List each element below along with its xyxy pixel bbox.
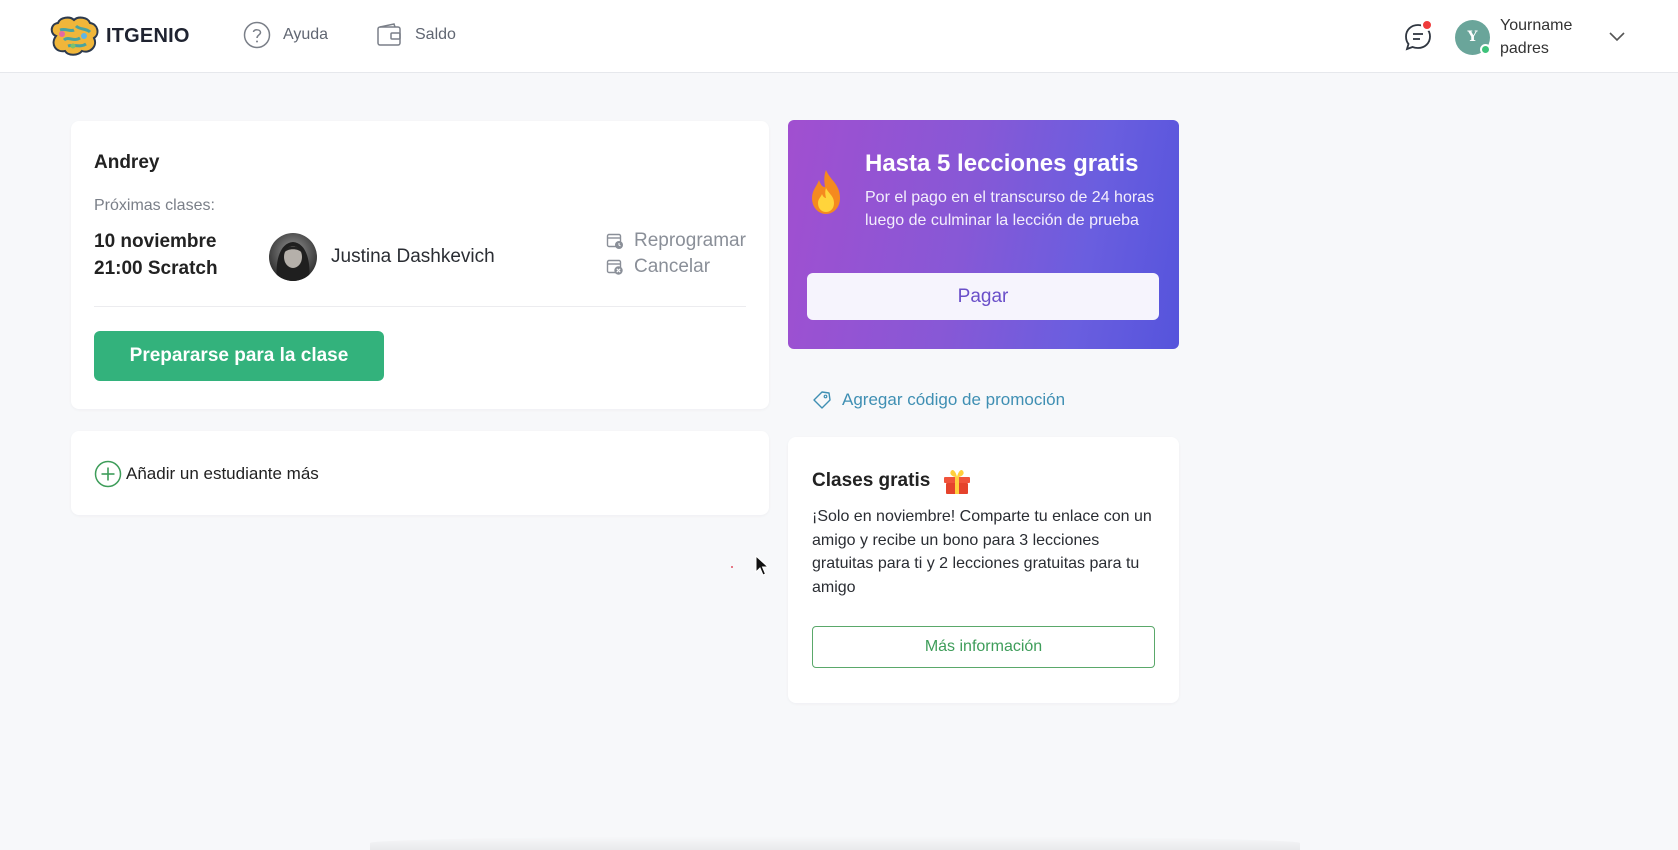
promo-description: Por el pago en el transcurso de 24 horas… <box>865 189 1155 229</box>
free-classes-title-text: Clases gratis <box>812 470 931 491</box>
add-student-button[interactable]: Añadir un estudiante más <box>94 460 319 488</box>
cancel-button[interactable]: Cancelar <box>606 256 710 278</box>
add-student-card: Añadir un estudiante más <box>71 431 769 515</box>
prepare-for-class-button[interactable]: Prepararse para la clase <box>94 331 384 381</box>
gift-icon <box>944 469 971 494</box>
teacher-photo <box>269 233 317 281</box>
user-info: Yourname padres <box>1500 14 1572 60</box>
lesson-datetime: 10 noviembre 21:00 Scratch <box>94 228 218 282</box>
brain-logo-icon <box>50 16 99 56</box>
reschedule-label: Reprogramar <box>634 230 746 251</box>
user-menu[interactable]: Y Yourname padres <box>1455 14 1572 60</box>
fire-icon <box>812 170 840 214</box>
cancel-label: Cancelar <box>634 256 711 277</box>
logo-text: ITGENIO <box>106 24 190 47</box>
calendar-cancel-icon <box>606 259 623 275</box>
nav-help-label: Ayuda <box>283 26 329 43</box>
avatar-initial: Y <box>1467 29 1478 45</box>
tag-icon <box>813 391 831 409</box>
user-name: Yourname <box>1500 17 1573 34</box>
chevron-down-icon[interactable] <box>1608 27 1626 45</box>
plus-circle-icon <box>94 460 122 488</box>
avatar: Y <box>1455 19 1491 55</box>
user-role: padres <box>1500 40 1549 57</box>
top-header: ITGENIO Ayuda Saldo Y Yourname padres <box>0 0 1678 73</box>
teacher-portrait-icon <box>269 233 317 281</box>
more-info-button[interactable]: Más información <box>812 626 1155 668</box>
teacher-name: Justina Dashkevich <box>331 246 495 267</box>
pay-button[interactable]: Pagar <box>807 273 1159 320</box>
next-lessons-label: Próximas clases: <box>94 197 215 214</box>
mouse-cursor-icon <box>755 555 769 576</box>
reschedule-button[interactable]: Reprogramar <box>606 230 746 252</box>
add-student-label: Añadir un estudiante más <box>126 464 319 483</box>
lesson-time-course: 21:00 Scratch <box>94 258 218 279</box>
divider <box>94 306 746 307</box>
chat-button[interactable] <box>1402 19 1434 53</box>
bottom-shadow <box>370 836 1300 850</box>
calendar-clock-icon <box>606 233 623 249</box>
student-card: Andrey Próximas clases: 10 noviembre 21:… <box>71 121 769 409</box>
notification-dot <box>1421 19 1433 31</box>
free-classes-card: Clases gratis ¡Solo en noviembre! Compar… <box>788 437 1179 703</box>
online-indicator <box>1480 43 1491 55</box>
promo-title: Hasta 5 lecciones gratis <box>865 150 1139 177</box>
logo[interactable]: ITGENIO <box>46 16 190 56</box>
teacher: Justina Dashkevich <box>269 233 495 281</box>
help-circle-icon <box>243 21 271 49</box>
student-name: Andrey <box>94 152 160 173</box>
decorative-dot <box>731 566 733 568</box>
free-classes-description: ¡Solo en noviembre! Comparte tu enlace c… <box>812 508 1152 596</box>
promo-code-label: Agregar código de promoción <box>842 390 1066 409</box>
promo-banner: Hasta 5 lecciones gratis Por el pago en … <box>788 120 1179 349</box>
add-promo-code-link[interactable]: Agregar código de promoción <box>812 390 1065 410</box>
free-classes-title: Clases gratis <box>812 467 972 495</box>
lesson-date: 10 noviembre <box>94 231 217 252</box>
wallet-icon <box>377 23 401 46</box>
nav-balance[interactable]: Saldo <box>375 21 456 49</box>
nav-help[interactable]: Ayuda <box>243 21 328 49</box>
nav-balance-label: Saldo <box>415 26 456 43</box>
